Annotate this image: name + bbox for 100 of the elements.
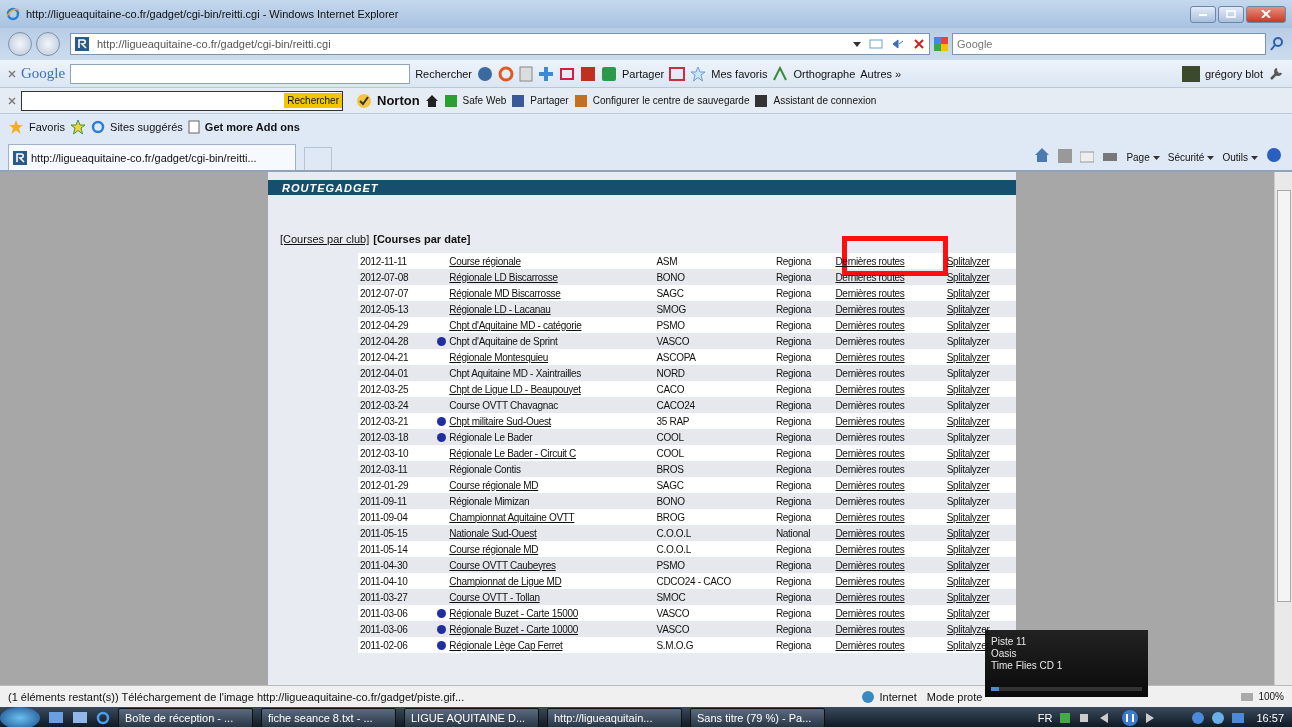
bookmarks-button[interactable]: Mes favoris: [711, 67, 768, 80]
splits-link[interactable]: Splitalyzer: [946, 303, 990, 315]
splits-link[interactable]: Splitalyzer: [946, 527, 990, 539]
favorites-button[interactable]: Favoris: [29, 121, 66, 133]
splits-link[interactable]: Splitalyzer: [946, 607, 990, 619]
routes-link[interactable]: Dernières routes: [835, 479, 905, 491]
routes-link[interactable]: Dernières routes: [835, 591, 905, 603]
command-button[interactable]: Outils: [1222, 152, 1258, 163]
address-field[interactable]: http://ligueaquitaine-co.fr/gadget/cgi-bin/reitti.cgi: [70, 33, 930, 55]
more-button[interactable]: Autres »: [860, 67, 902, 80]
splits-link[interactable]: Splitalyzer: [946, 495, 990, 507]
course-link[interactable]: Chpt de Ligue LD - Beaupouyet: [449, 383, 581, 395]
course-link[interactable]: Course régionale MD: [449, 543, 539, 555]
course-link[interactable]: Chpt militaire Sud-Ouest: [449, 415, 552, 427]
course-link[interactable]: Régionale LD Biscarrosse: [449, 271, 558, 283]
routes-link[interactable]: Dernières routes: [835, 415, 905, 427]
splits-link[interactable]: Splitalyzer: [946, 399, 990, 411]
zoom-button[interactable]: 100%: [1258, 691, 1284, 702]
splits-link[interactable]: Splitalyzer: [946, 543, 990, 555]
routes-link[interactable]: Dernières routes: [835, 575, 905, 587]
course-link[interactable]: Régionale Le Bader: [449, 431, 533, 443]
routes-link[interactable]: Dernières routes: [835, 463, 905, 475]
splits-link[interactable]: Splitalyzer: [946, 447, 990, 459]
splits-link[interactable]: Splitalyzer: [946, 415, 990, 427]
course-link[interactable]: Régionale Lège Cap Ferret: [449, 639, 563, 651]
splits-link[interactable]: Splitalyzer: [946, 463, 990, 475]
course-link[interactable]: Course OVTT Caubeyres: [449, 559, 556, 571]
routes-link[interactable]: Dernières routes: [835, 287, 905, 299]
toolbar-button[interactable]: Safe Web: [462, 95, 507, 106]
routes-link[interactable]: Dernières routes: [835, 511, 905, 523]
routes-link[interactable]: Dernières routes: [835, 559, 905, 571]
taskbar-button[interactable]: LIGUE AQUITAINE D...: [404, 708, 539, 727]
splits-link[interactable]: Splitalyzer: [946, 319, 990, 331]
course-link[interactable]: Régionale LD - Lacanau: [449, 303, 551, 315]
splits-link[interactable]: Splitalyzer: [946, 479, 990, 491]
routes-link[interactable]: Dernières routes: [835, 303, 905, 315]
routes-link[interactable]: Dernières routes: [835, 639, 905, 651]
routes-link[interactable]: Dernières routes: [835, 367, 905, 379]
splits-link[interactable]: Splitalyzer: [946, 351, 990, 363]
taskbar-button[interactable]: Boîte de réception - ...: [118, 708, 253, 727]
taskbar-button[interactable]: http://ligueaquitain...: [547, 708, 682, 727]
course-link[interactable]: Course OVTT - Tollan: [449, 591, 540, 603]
splits-link[interactable]: Splitalyzer: [946, 559, 990, 571]
routes-link[interactable]: Dernières routes: [835, 383, 905, 395]
browser-tab[interactable]: http://ligueaquitaine-co.fr/gadget/cgi-bin/reitti...: [8, 144, 296, 170]
command-button[interactable]: Sécurité: [1167, 152, 1215, 163]
routes-link[interactable]: Dernières routes: [835, 335, 905, 347]
nav-link[interactable]: [Courses par club]: [280, 233, 370, 245]
splits-link[interactable]: Splitalyzer: [946, 287, 990, 299]
routes-link[interactable]: Dernières routes: [835, 623, 905, 635]
course-link[interactable]: Régionale Montesquieu: [449, 351, 549, 363]
course-link[interactable]: Chpt Aquitaine MD - Xaintrailles: [449, 367, 581, 379]
splits-link[interactable]: Splitalyzer: [946, 575, 990, 587]
splits-link[interactable]: Splitalyzer: [946, 383, 990, 395]
language-indicator[interactable]: FR: [1037, 712, 1053, 724]
splits-link[interactable]: Splitalyzer: [946, 367, 990, 379]
course-link[interactable]: Championnat Aquitaine OVTT: [449, 511, 575, 523]
course-link[interactable]: Course régionale: [449, 255, 521, 267]
routes-link[interactable]: Dernières routes: [835, 431, 905, 443]
user-button[interactable]: grégory blot: [1204, 67, 1263, 80]
course-link[interactable]: Chpt d'Aquitaine MD - catégorie: [449, 319, 582, 331]
course-link[interactable]: Régionale Le Bader - Circuit C: [449, 447, 576, 459]
course-link[interactable]: Régionale MD Biscarrosse: [449, 287, 561, 299]
search-button[interactable]: Rechercher: [284, 93, 342, 108]
splits-link[interactable]: Splitalyzer: [946, 591, 990, 603]
splits-link[interactable]: Splitalyzer: [946, 335, 990, 347]
routes-link[interactable]: Dernières routes: [835, 351, 905, 363]
splits-link[interactable]: Splitalyzer: [946, 271, 990, 283]
splits-link[interactable]: Splitalyzer: [946, 431, 990, 443]
routes-link[interactable]: Dernières routes: [835, 447, 905, 459]
norton-button[interactable]: Norton: [377, 93, 420, 108]
search-button[interactable]: Rechercher: [415, 67, 473, 80]
course-link[interactable]: Chpt d'Aquitaine de Sprint: [449, 335, 558, 347]
taskbar-button[interactable]: Sans titre (79 %) - Pa...: [690, 708, 825, 727]
course-link[interactable]: Régionale Mimizan: [449, 495, 530, 507]
taskbar-button[interactable]: fiche seance 8.txt - ...: [261, 708, 396, 727]
splits-link[interactable]: Splitalyzer: [946, 511, 990, 523]
course-link[interactable]: Régionale Contis: [449, 463, 521, 475]
course-link[interactable]: Course régionale MD: [449, 479, 539, 491]
favorites-button[interactable]: Sites suggérés: [110, 121, 183, 133]
spellcheck-button[interactable]: Orthographe: [793, 67, 856, 80]
routes-link[interactable]: Dernières routes: [835, 527, 905, 539]
course-link[interactable]: Régionale Buzet - Carte 10000: [449, 623, 578, 635]
norton-search-field[interactable]: Rechercher: [21, 90, 343, 111]
toolbar-button[interactable]: Assistant de connexion: [773, 95, 877, 106]
share-button[interactable]: Partager: [622, 67, 665, 80]
favorites-button[interactable]: Get more Add ons: [204, 121, 300, 133]
routes-link[interactable]: Dernières routes: [835, 543, 905, 555]
nav-link[interactable]: [Courses par date]: [373, 233, 471, 245]
routes-link[interactable]: Dernières routes: [835, 399, 905, 411]
course-link[interactable]: Nationale Sud-Ouest: [449, 527, 537, 539]
course-link[interactable]: Championnat de Ligue MD: [449, 575, 562, 587]
course-link[interactable]: Course OVTT Chavagnac: [449, 399, 558, 411]
toolbar-button[interactable]: Configurer le centre de sauvegarde: [592, 95, 750, 106]
command-button[interactable]: Page: [1126, 152, 1160, 163]
search-field[interactable]: Google: [952, 33, 1266, 55]
routes-link[interactable]: Dernières routes: [835, 319, 905, 331]
toolbar-button[interactable]: Partager: [530, 95, 569, 106]
routes-link[interactable]: Dernières routes: [835, 607, 905, 619]
course-link[interactable]: Régionale Buzet - Carte 15000: [449, 607, 578, 619]
